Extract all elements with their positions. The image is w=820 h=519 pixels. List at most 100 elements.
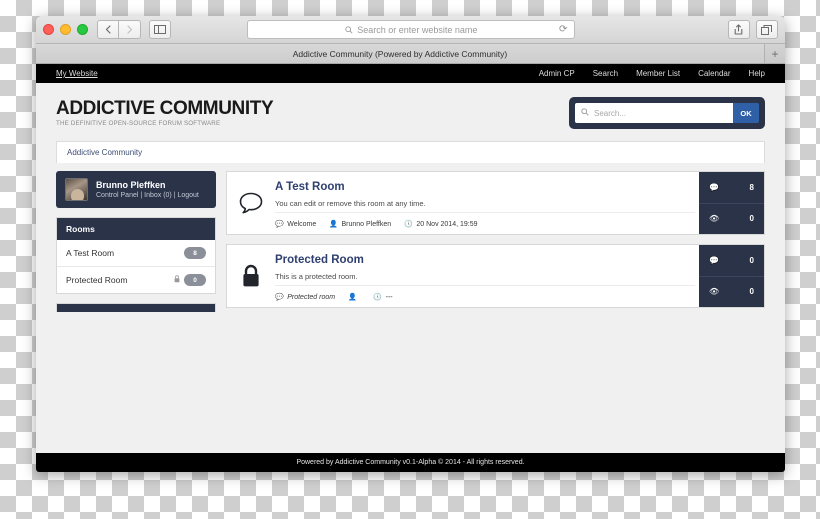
room-meta-date-label: 20 Nov 2014, 19:59: [416, 220, 478, 228]
avatar: [65, 178, 88, 201]
user-card: Brunno Pleffken Control Panel | Inbox (0…: [56, 171, 216, 208]
user-meta: Brunno Pleffken Control Panel | Inbox (0…: [96, 180, 199, 200]
plus-icon: +: [771, 46, 779, 61]
room-description: You can edit or remove this room at any …: [275, 198, 426, 208]
new-tab-button[interactable]: +: [765, 44, 785, 63]
room-stats: 💬 0 👁 0: [699, 245, 764, 307]
address-bar-placeholder: Search or enter website name: [345, 25, 477, 35]
search-submit-button[interactable]: OK: [733, 103, 759, 123]
room-meta-date: 🕔 ---: [373, 293, 393, 302]
room-meta: 💬 Welcome 👤 Brunno Pleffken 🕔 20 Nov 201…: [275, 212, 695, 228]
comment-icon: 💬: [275, 221, 284, 228]
room-posts-stat: 💬 0: [699, 245, 764, 276]
top-nav-links: Admin CP Search Member List Calendar Hel…: [539, 69, 765, 78]
eye-icon: 👁: [709, 287, 720, 297]
browser-window: Search or enter website name ⟳ Addictive…: [36, 16, 785, 472]
room-card-body: A Test Room You can edit or remove this …: [275, 172, 699, 234]
user-icon: 👤: [329, 221, 338, 228]
comments-icon: 💬: [709, 182, 719, 192]
sidebar-room-a-test-room[interactable]: A Test Room 8: [57, 240, 215, 267]
eye-icon: 👁: [709, 214, 720, 224]
room-stats: 💬 8 👁 0: [699, 172, 764, 234]
sidebar-toggle-icon[interactable]: [149, 20, 171, 39]
room-meta-thread-label: Protected room: [287, 293, 336, 301]
sidebar: Brunno Pleffken Control Panel | Inbox (0…: [56, 171, 216, 312]
back-icon[interactable]: [97, 20, 119, 39]
room-posts-stat: 💬 8: [699, 172, 764, 203]
user-name: Brunno Pleffken: [96, 179, 166, 190]
reload-icon[interactable]: ⟳: [559, 24, 567, 35]
navigation-buttons: [97, 20, 141, 39]
search-icon: [345, 25, 353, 34]
search-input[interactable]: [594, 108, 727, 118]
tab-bar: Addictive Community (Powered by Addictiv…: [36, 44, 785, 64]
maximize-window-button[interactable]: [77, 24, 88, 35]
main-column: A Test Room You can edit or remove this …: [226, 171, 765, 312]
nav-link-calendar[interactable]: Calendar: [698, 69, 730, 78]
breadcrumb-item-root[interactable]: Addictive Community: [67, 148, 142, 157]
room-meta-date-label: ---: [385, 293, 393, 301]
share-icon[interactable]: [727, 20, 750, 39]
logo-subtitle: THE DEFINITIVE OPEN-SOURCE FORUM SOFTWAR…: [56, 120, 221, 128]
clock-icon: 🕔: [404, 221, 413, 228]
room-views-count: 0: [749, 287, 754, 297]
room-meta-author[interactable]: 👤 Brunno Pleffken: [329, 220, 392, 229]
browser-toolbar: Search or enter website name ⟳: [36, 16, 785, 44]
members-online-panel: Members Online Members (0) Guests (1): [56, 303, 216, 312]
tab-active[interactable]: Addictive Community (Powered by Addictiv…: [36, 44, 765, 63]
sidebar-room-count-badge: 8: [184, 247, 206, 259]
rooms-panel-title: Rooms: [57, 218, 215, 240]
sidebar-room-label: A Test Room: [66, 248, 115, 258]
page-content: My Website Admin CP Search Member List C…: [36, 64, 785, 472]
toolbar-right-group: [727, 20, 778, 39]
room-title-link[interactable]: A Test Room: [275, 181, 695, 195]
nav-link-search[interactable]: Search: [593, 69, 618, 78]
padlock-icon: [227, 245, 275, 307]
nav-link-admin-cp[interactable]: Admin CP: [539, 69, 575, 78]
address-bar[interactable]: Search or enter website name ⟳: [247, 20, 576, 39]
minimize-window-button[interactable]: [60, 24, 71, 35]
room-posts-count: 8: [749, 182, 754, 192]
nav-link-member-list[interactable]: Member List: [636, 69, 680, 78]
room-card-a-test-room: A Test Room You can edit or remove this …: [226, 171, 765, 235]
breadcrumb: Addictive Community: [56, 141, 765, 163]
members-online-title: Members Online: [57, 304, 215, 312]
search-input-wrapper[interactable]: [575, 103, 733, 123]
room-meta-thread-label: Welcome: [287, 220, 317, 228]
comments-icon: 💬: [709, 255, 719, 265]
search-icon: [581, 108, 589, 118]
room-title-link[interactable]: Protected Room: [275, 254, 695, 268]
site-logo[interactable]: ADDICTIVE COMMUNITY THE DEFINITIVE OPEN-…: [56, 97, 274, 128]
window-controls: [43, 24, 88, 35]
content-area: Brunno Pleffken Control Panel | Inbox (0…: [36, 163, 785, 312]
user-account-links[interactable]: Control Panel | Inbox (0) | Logout: [96, 192, 199, 199]
room-description: This is a protected room.: [275, 271, 358, 281]
site-masthead: ADDICTIVE COMMUNITY THE DEFINITIVE OPEN-…: [36, 83, 785, 141]
nav-link-help[interactable]: Help: [749, 69, 765, 78]
rooms-panel: Rooms A Test Room 8 Protected Room 0: [56, 217, 216, 294]
room-meta-thread: 💬 Protected room: [275, 293, 336, 302]
tab-overview-icon[interactable]: [755, 20, 778, 39]
nav-link-my-website[interactable]: My Website: [56, 69, 98, 78]
sidebar-room-label: Protected Room: [66, 275, 128, 285]
header-search-widget: OK: [569, 97, 765, 129]
padlock-icon: [174, 275, 180, 285]
close-window-button[interactable]: [43, 24, 54, 35]
speech-bubble-icon: [227, 172, 275, 234]
site-footer: Powered by Addictive Community v0.1-Alph…: [36, 453, 785, 472]
room-meta-thread[interactable]: 💬 Welcome: [275, 220, 317, 229]
user-icon: 👤: [348, 294, 357, 301]
sidebar-room-protected-room[interactable]: Protected Room 0: [57, 267, 215, 293]
room-meta: 💬 Protected room 👤 🕔 ---: [275, 285, 695, 301]
forward-icon[interactable]: [119, 20, 141, 39]
room-meta-author: 👤: [348, 293, 360, 301]
logo-title: ADDICTIVE COMMUNITY: [56, 97, 274, 119]
room-views-stat: 👁 0: [699, 275, 764, 308]
room-card-body: Protected Room This is a protected room.…: [275, 245, 699, 307]
comment-icon: 💬: [275, 294, 284, 301]
page-spacer: [36, 312, 785, 453]
room-posts-count: 0: [749, 255, 754, 265]
room-card-protected-room: Protected Room This is a protected room.…: [226, 244, 765, 308]
sidebar-room-count-badge: 0: [184, 274, 206, 286]
room-meta-author-label: Brunno Pleffken: [341, 220, 392, 228]
